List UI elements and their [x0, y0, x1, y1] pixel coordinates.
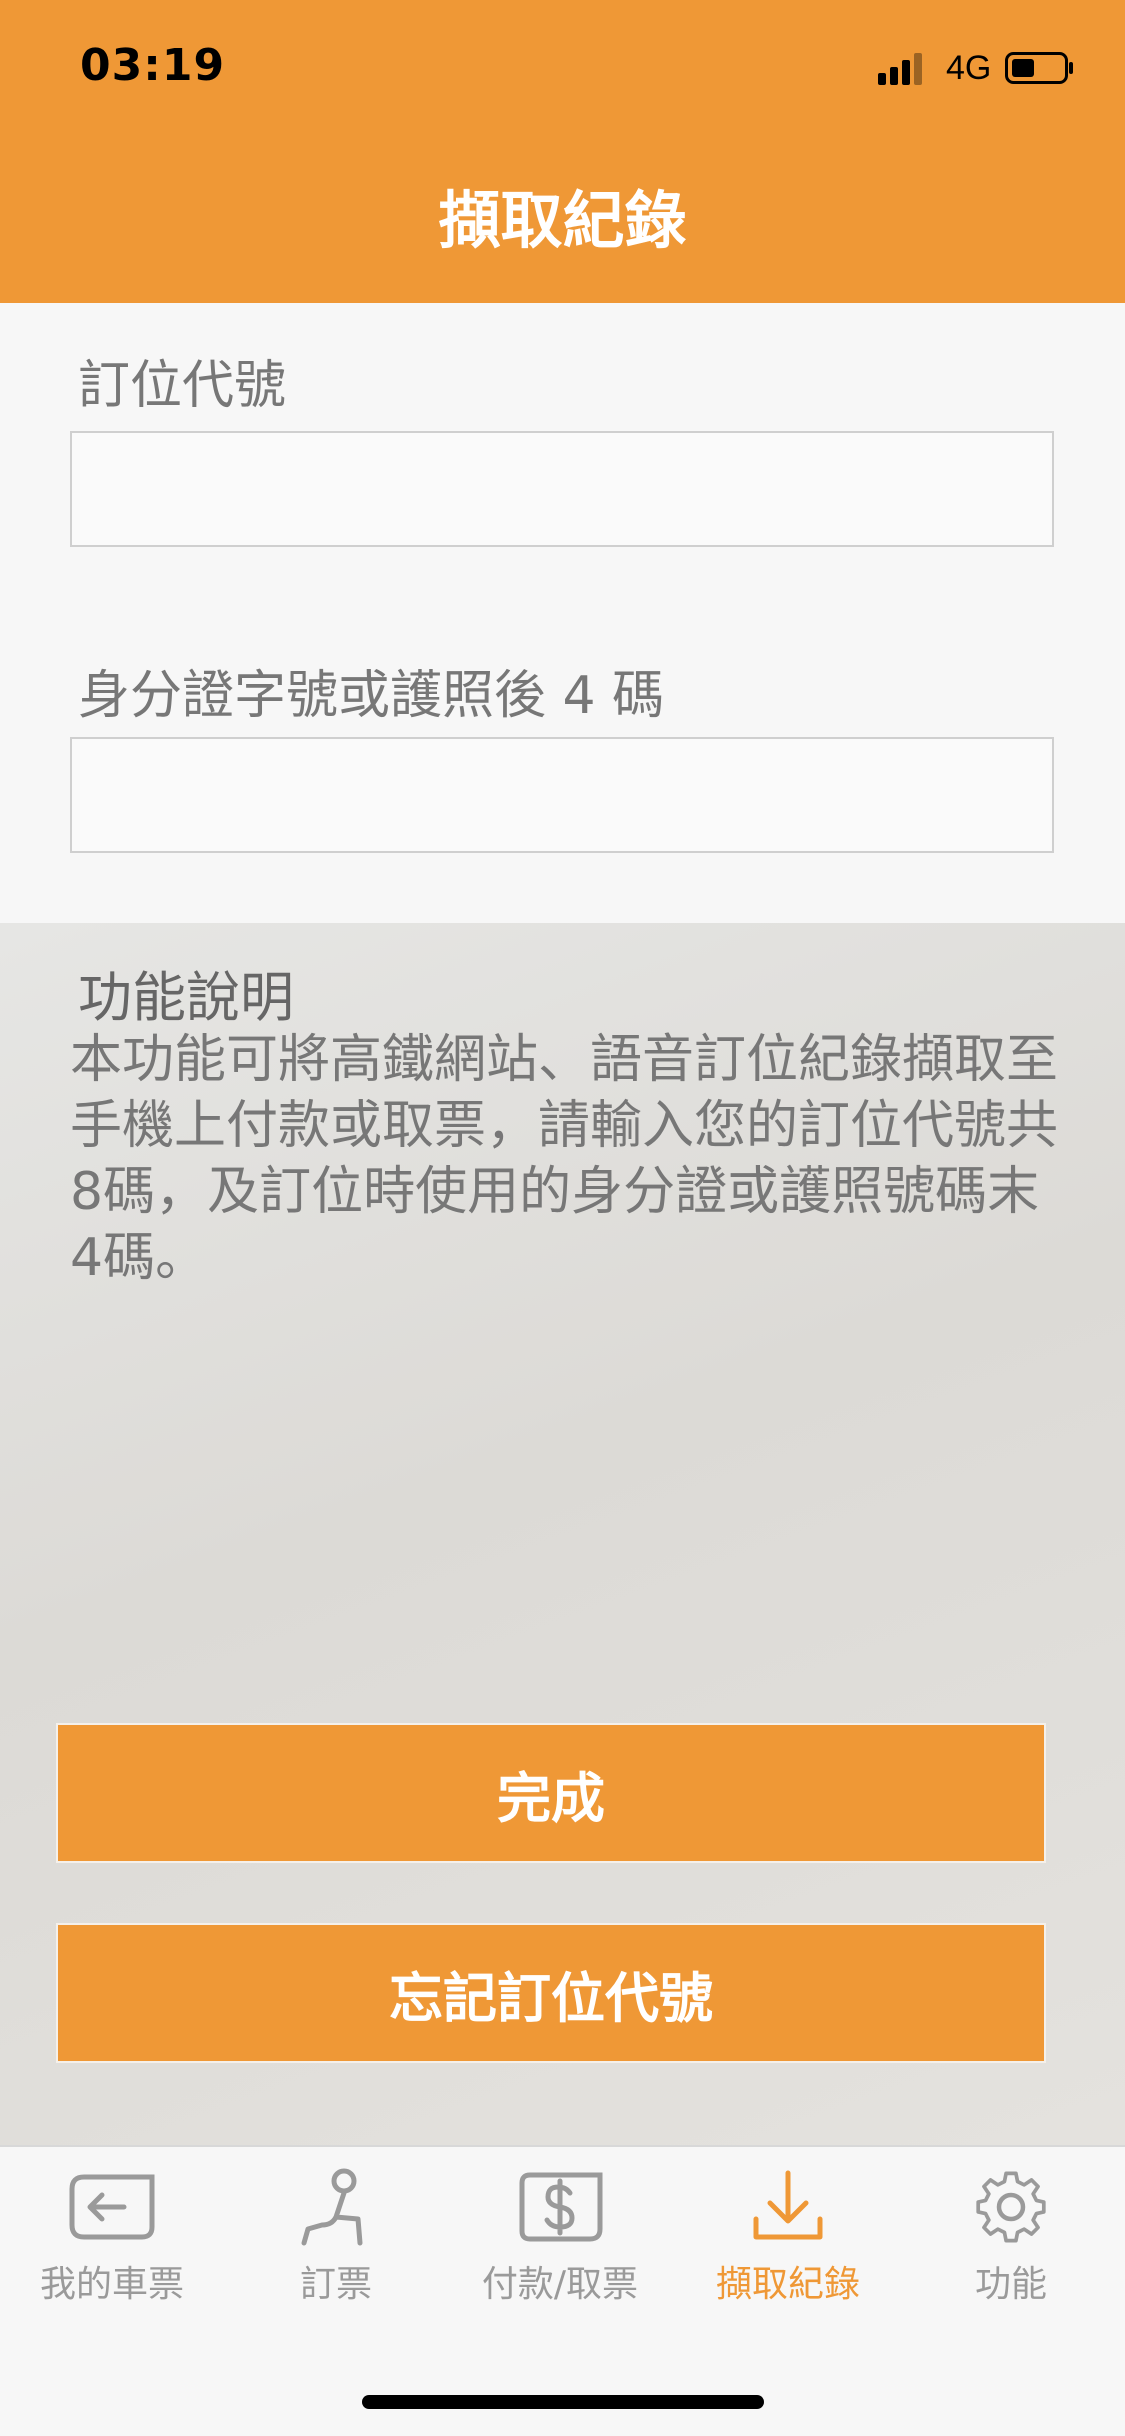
- tab-booking[interactable]: 訂票: [282, 2167, 390, 2327]
- id-number-input[interactable]: [70, 737, 1054, 853]
- back-ticket-icon: [69, 2174, 155, 2240]
- description-title: 功能說明: [78, 966, 294, 1029]
- retrieve-form: 訂位代號 身分證字號或護照後 4 碼: [0, 303, 1125, 923]
- description-panel: 功能說明 本功能可將高鐵網站、語音訂位紀錄擷取至手機上付款或取票，請輸入您的訂位…: [0, 923, 1125, 2145]
- header-bar: 03:19 4G 擷取紀錄: [0, 0, 1125, 303]
- status-indicators: 4G: [878, 46, 1088, 90]
- tab-label-functions: 功能: [974, 2264, 1047, 2305]
- tab-retrieve-records[interactable]: 擷取紀錄: [708, 2167, 868, 2327]
- tab-label-booking: 訂票: [299, 2264, 372, 2305]
- tab-label-my-tickets: 我的車票: [39, 2264, 184, 2305]
- dollar-icon: [519, 2172, 603, 2242]
- home-indicator: [362, 2395, 764, 2409]
- booking-code-label: 訂位代號: [78, 356, 287, 416]
- battery-icon: [1005, 52, 1075, 84]
- tab-label-payment-pickup: 付款/取票: [481, 2264, 639, 2305]
- booking-code-input[interactable]: [70, 431, 1054, 547]
- download-icon: [753, 2170, 823, 2240]
- network-label: 4G: [946, 48, 992, 87]
- id-number-label: 身分證字號或護照後 4 碼: [78, 666, 665, 726]
- page-title: 擷取紀錄: [438, 184, 687, 257]
- gear-icon: [976, 2171, 1046, 2243]
- seat-icon: [301, 2168, 363, 2246]
- tab-payment-pickup[interactable]: 付款/取票: [470, 2167, 650, 2327]
- signal-icon: [878, 51, 934, 85]
- tab-my-tickets[interactable]: 我的車票: [28, 2167, 196, 2327]
- status-time: 03:19: [80, 40, 226, 91]
- tab-label-retrieve-records: 擷取紀錄: [715, 2264, 860, 2305]
- tab-bar: 我的車票 訂票 付款/取票 擷取紀錄 功能: [0, 2145, 1125, 2330]
- tab-functions[interactable]: 功能: [960, 2167, 1062, 2327]
- forgot-booking-code-button[interactable]: 忘記訂位代號: [56, 1923, 1046, 2063]
- done-button[interactable]: 完成: [56, 1723, 1046, 1863]
- description-text: 本功能可將高鐵網站、語音訂位紀錄擷取至手機上付款或取票，請輸入您的訂位代號共8碼…: [70, 1030, 1059, 1288]
